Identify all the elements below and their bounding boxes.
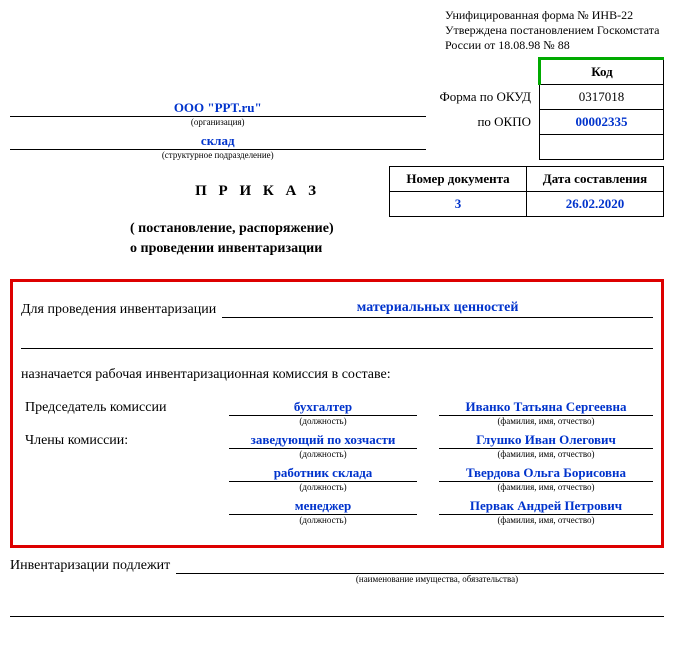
note-line: России от 18.08.98 № 88 xyxy=(445,38,664,53)
order-subtitle-2: о проведении инвентаризации xyxy=(130,241,664,257)
note-line: Унифицированная форма № ИНВ-22 xyxy=(445,8,664,23)
subject-caption: (наименование имущества, обязательства) xyxy=(210,574,664,584)
code-header: Код xyxy=(540,59,664,85)
member-name: Твердова Ольга Борисовна xyxy=(439,465,653,482)
blank-line xyxy=(21,330,653,349)
okud-value: 0317018 xyxy=(540,85,664,110)
inventory-subject-value xyxy=(176,556,664,574)
blank-line xyxy=(10,598,664,617)
position-caption: (должность) xyxy=(229,416,417,433)
members-label: Члены комиссии: xyxy=(21,432,229,449)
document-number-table: Номер документа Дата составления 3 26.02… xyxy=(389,166,664,217)
organization-name: ООО "PPT.ru" xyxy=(10,100,426,117)
okpo-value: 00002335 xyxy=(540,110,664,135)
docdate-header: Дата составления xyxy=(527,167,664,192)
okpo-label: по ОКПО xyxy=(434,110,540,135)
order-title: П Р И К А З xyxy=(10,183,338,200)
member-name: Первак Андрей Петрович xyxy=(439,498,653,515)
member-position: заведующий по хозчасти xyxy=(229,432,417,449)
subdivision-name: склад xyxy=(10,133,426,150)
code-empty-cell xyxy=(540,135,664,160)
inventory-purpose-line: Для проведения инвентаризации материальн… xyxy=(21,300,653,318)
name-caption: (фамилия, имя, отчество) xyxy=(439,449,653,466)
chair-label: Председатель комиссии xyxy=(21,399,229,416)
inventory-value: материальных ценностей xyxy=(222,300,653,318)
name-caption: (фамилия, имя, отчество) xyxy=(439,416,653,433)
commission-table: Председатель комиссии бухгалтер Иванко Т… xyxy=(21,399,653,531)
note-line: Утверждена постановлением Госкомстата xyxy=(445,23,664,38)
name-caption: (фамилия, имя, отчество) xyxy=(439,515,653,532)
form-approval-note: Унифицированная форма № ИНВ-22 Утвержден… xyxy=(445,8,664,53)
chair-position: бухгалтер xyxy=(229,399,417,416)
organization-caption: (организация) xyxy=(10,117,426,127)
docdate-value: 26.02.2020 xyxy=(527,192,664,217)
member-position: работник склада xyxy=(229,465,417,482)
member-position: менеджер xyxy=(229,498,417,515)
okud-label: Форма по ОКУД xyxy=(434,85,540,110)
chair-name: Иванко Татьяна Сергеевна xyxy=(439,399,653,416)
appoint-text: назначается рабочая инвентаризационная к… xyxy=(21,367,653,383)
inventory-subject-line: Инвентаризации подлежит xyxy=(10,556,664,574)
position-caption: (должность) xyxy=(229,515,417,532)
docnum-header: Номер документа xyxy=(390,167,527,192)
docnum-value: 3 xyxy=(390,192,527,217)
subdivision-caption: (структурное подразделение) xyxy=(10,150,426,160)
position-caption: (должность) xyxy=(229,482,417,499)
position-caption: (должность) xyxy=(229,449,417,466)
order-subtitle-1: ( постановление, распоряжение) xyxy=(130,221,664,237)
commission-highlight-box: Для проведения инвентаризации материальн… xyxy=(10,279,664,548)
member-name: Глушко Иван Олегович xyxy=(439,432,653,449)
codes-table: Код Форма по ОКУД 0317018 по ОКПО 000023… xyxy=(434,57,665,160)
name-caption: (фамилия, имя, отчество) xyxy=(439,482,653,499)
